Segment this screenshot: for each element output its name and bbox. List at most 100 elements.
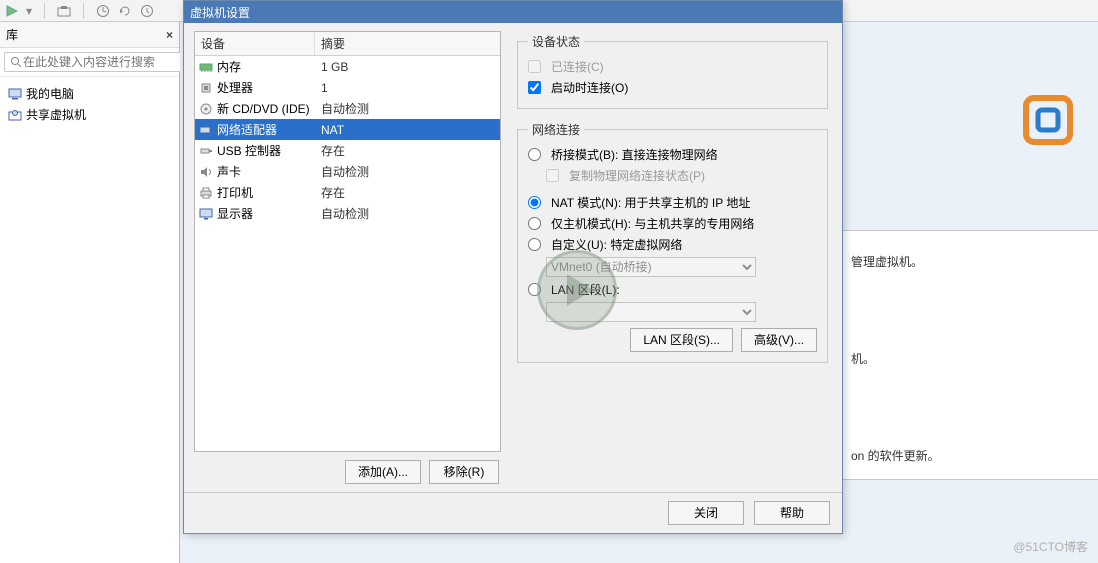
device-row[interactable]: 声卡 自动检测	[195, 161, 500, 182]
device-row[interactable]: 内存 1 GB	[195, 56, 500, 77]
nat-radio[interactable]	[528, 196, 541, 209]
device-row[interactable]: USB 控制器 存在	[195, 140, 500, 161]
device-name: 处理器	[217, 79, 253, 96]
device-status-group: 设备状态 已连接(C) 启动时连接(O)	[517, 33, 828, 109]
bg-text: 管理虚拟机。	[851, 253, 1098, 270]
tree-item-shared-vms[interactable]: 共享虚拟机	[4, 104, 175, 125]
library-header: 库 ×	[0, 22, 179, 48]
device-summary: 自动检测	[315, 203, 375, 224]
device-actions: 添加(A)... 移除(R)	[194, 452, 501, 484]
usb-icon	[199, 145, 213, 157]
dialog-title-text: 虚拟机设置	[190, 4, 250, 21]
device-name: 网络适配器	[217, 121, 277, 138]
library-search: ▾	[0, 48, 179, 77]
tree-item-label: 共享虚拟机	[26, 106, 86, 123]
custom-radio[interactable]	[528, 238, 541, 251]
device-summary: 1	[315, 79, 334, 97]
device-row[interactable]: 显示器 自动检测	[195, 203, 500, 224]
device-panel: 设备 摘要 内存1 GB处理器1新 CD/DVD (IDE)自动检测网络适配器N…	[184, 23, 509, 492]
tree-item-label: 我的电脑	[26, 85, 74, 102]
device-row[interactable]: 处理器 1	[195, 77, 500, 98]
printer-icon	[199, 187, 213, 199]
device-summary: NAT	[315, 121, 350, 139]
close-icon[interactable]: ×	[166, 28, 173, 42]
network-connection-group: 网络连接 桥接模式(B): 直接连接物理网络 复制物理网络连接状态(P) NAT…	[517, 121, 828, 363]
custom-row: 自定义(U): 特定虚拟网络	[528, 234, 817, 255]
vmware-logo-icon	[1020, 92, 1076, 148]
play-icon[interactable]	[6, 5, 18, 17]
col-device: 设备	[195, 32, 315, 55]
network-buttons: LAN 区段(S)... 高级(V)...	[528, 328, 817, 352]
device-name: 声卡	[217, 163, 241, 180]
vm-settings-dialog: 虚拟机设置 设备 摘要 内存 1 GB 处理器 1 新 CD/DVD (IDE) 自动检测…	[183, 0, 843, 534]
device-summary: 自动检测	[315, 98, 375, 119]
separator	[44, 3, 45, 19]
advanced-button[interactable]: 高级(V)...	[741, 328, 817, 352]
lan-select-row	[528, 300, 817, 324]
device-name: 新 CD/DVD (IDE)	[217, 100, 310, 117]
connected-label: 已连接(C)	[551, 58, 604, 75]
device-row[interactable]: 打印机存在	[195, 182, 500, 203]
lan-radio[interactable]	[528, 283, 541, 296]
hostonly-radio[interactable]	[528, 217, 541, 230]
device-list-header: 设备 摘要	[195, 32, 500, 56]
device-name: 内存	[217, 58, 241, 75]
tree-item-my-computer[interactable]: 我的电脑	[4, 83, 175, 104]
connected-checkbox	[528, 60, 541, 73]
device-name: USB 控制器	[217, 142, 281, 159]
cd-icon	[199, 103, 213, 115]
bg-text: on 的软件更新。	[851, 447, 1098, 464]
replicate-label: 复制物理网络连接状态(P)	[569, 167, 705, 184]
connected-row: 已连接(C)	[528, 56, 817, 77]
connect-start-row: 启动时连接(O)	[528, 77, 817, 98]
device-summary: 存在	[315, 140, 351, 161]
lan-row: LAN 区段(L):	[528, 279, 817, 300]
search-icon	[10, 56, 22, 68]
connect-start-label: 启动时连接(O)	[551, 79, 628, 96]
cpu-icon	[199, 82, 213, 94]
device-row[interactable]: 新 CD/DVD (IDE) 自动检测	[195, 98, 500, 119]
snapshot-icon[interactable]	[57, 5, 71, 17]
close-button[interactable]: 关闭	[668, 501, 744, 525]
hostonly-row: 仅主机模式(H): 与主机共享的专用网络	[528, 213, 817, 234]
computer-icon	[8, 88, 22, 100]
device-summary: 自动检测	[315, 161, 375, 182]
help-button[interactable]: 帮助	[754, 501, 830, 525]
dialog-footer: 关闭 帮助	[184, 492, 842, 533]
lan-label: LAN 区段(L):	[551, 281, 620, 298]
settings-panel: 设备状态 已连接(C) 启动时连接(O) 网络连接 桥接模式(B): 直接连接物…	[509, 23, 842, 492]
nat-row: NAT 模式(N): 用于共享主机的 IP 地址	[528, 192, 817, 213]
col-summary: 摘要	[315, 32, 351, 55]
library-pane: 库 × ▾ 我的电脑 共享虚拟机	[0, 22, 180, 563]
refresh-icon[interactable]	[118, 4, 132, 18]
dropdown-arrow-icon[interactable]: ▾	[26, 4, 32, 18]
custom-label: 自定义(U): 特定虚拟网络	[551, 236, 682, 253]
search-input[interactable]	[4, 52, 183, 72]
background-card: 管理虚拟机。 机。 on 的软件更新。	[840, 230, 1098, 480]
nat-label: NAT 模式(N): 用于共享主机的 IP 地址	[551, 194, 750, 211]
shared-vm-icon	[8, 109, 22, 121]
device-name: 显示器	[217, 205, 253, 222]
replicate-checkbox	[546, 169, 559, 182]
device-summary: 存在	[315, 182, 351, 203]
device-summary: 1 GB	[315, 58, 354, 76]
bg-text: 机。	[851, 350, 1098, 367]
network-legend: 网络连接	[528, 121, 584, 138]
clock2-icon[interactable]	[140, 4, 154, 18]
memory-icon	[199, 61, 213, 73]
device-row[interactable]: 网络适配器 NAT	[195, 119, 500, 140]
add-button[interactable]: 添加(A)...	[345, 460, 421, 484]
dialog-titlebar: 虚拟机设置	[184, 1, 842, 23]
device-list: 设备 摘要 内存1 GB处理器1新 CD/DVD (IDE)自动检测网络适配器N…	[194, 31, 501, 452]
custom-select-row: VMnet0 (自动桥接)	[528, 255, 817, 279]
bridged-label: 桥接模式(B): 直接连接物理网络	[551, 146, 718, 163]
bridged-replicate-row: 复制物理网络连接状态(P)	[528, 165, 817, 186]
remove-button[interactable]: 移除(R)	[429, 460, 499, 484]
lan-segments-button[interactable]: LAN 区段(S)...	[630, 328, 733, 352]
custom-vmnet-select: VMnet0 (自动桥接)	[546, 257, 756, 277]
connect-start-checkbox[interactable]	[528, 81, 541, 94]
bridged-radio[interactable]	[528, 148, 541, 161]
clock-icon[interactable]	[96, 4, 110, 18]
separator	[83, 3, 84, 19]
sound-icon	[199, 166, 213, 178]
